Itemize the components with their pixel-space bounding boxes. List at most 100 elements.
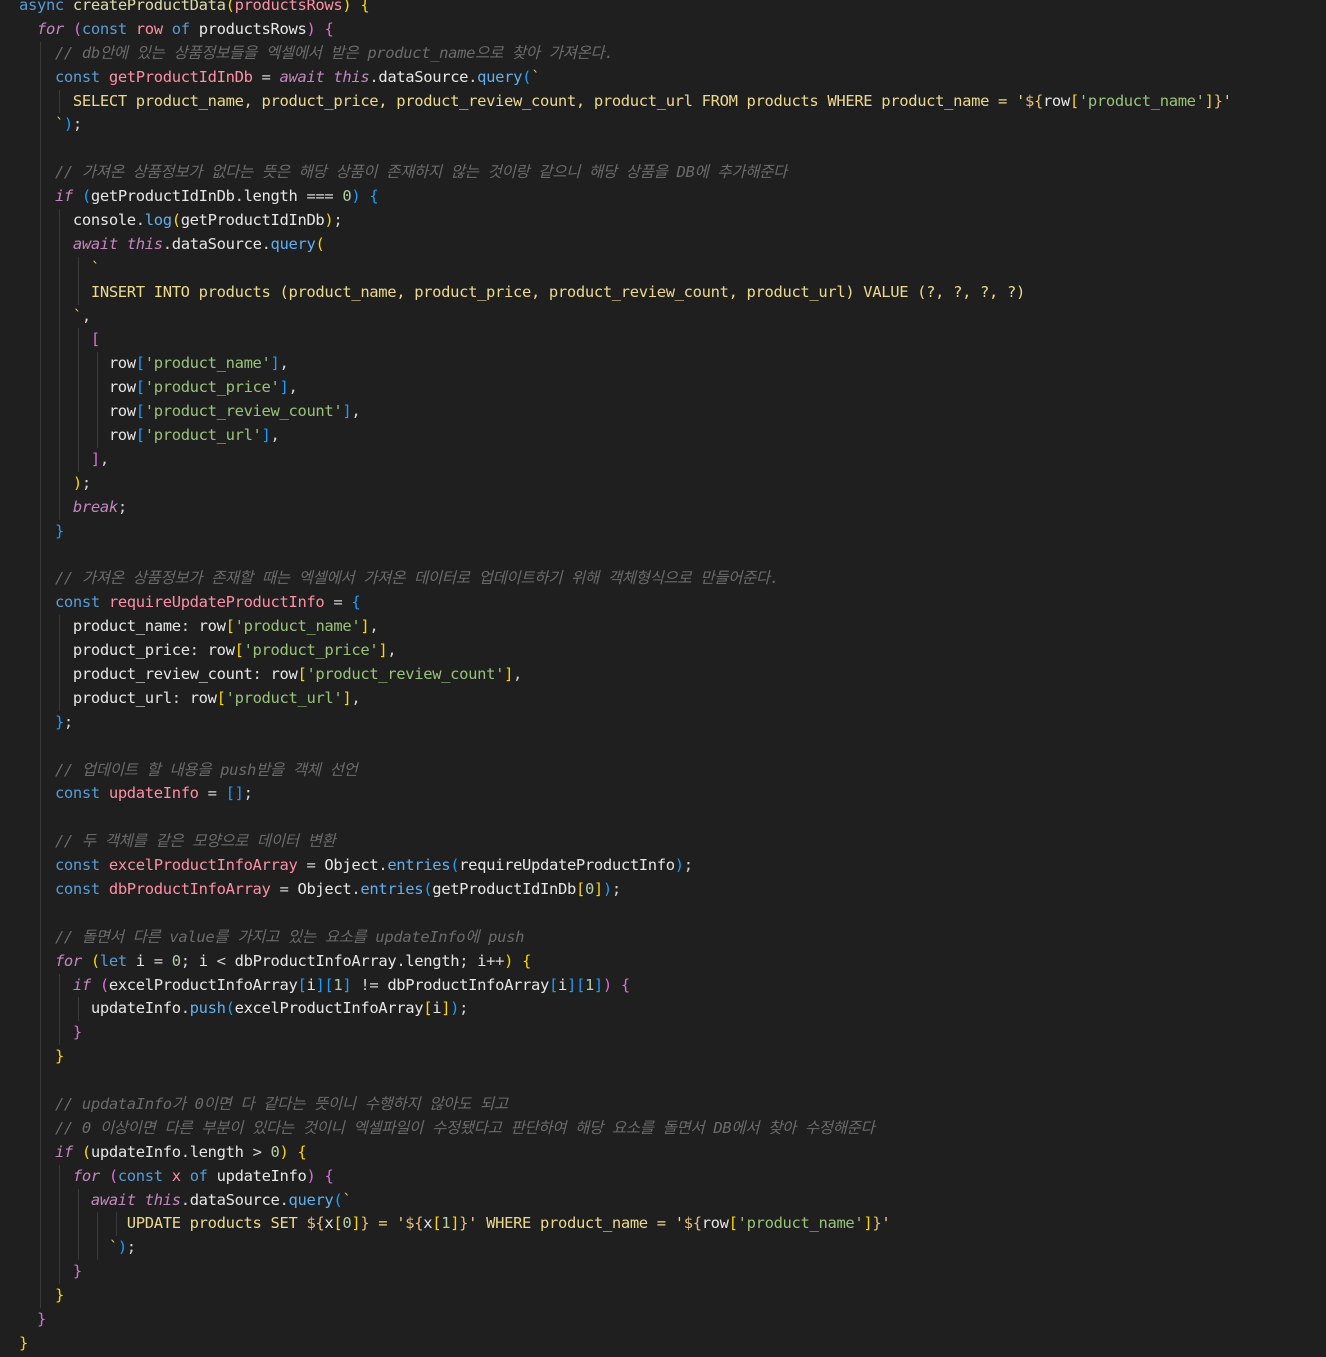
code-token: // 두 객체를 같은 모양으로 데이터 변환 [54,832,336,851]
code-line[interactable]: const getProductIdInDb = await this.data… [0,65,1326,90]
code-line[interactable]: for (const x of updateInfo) { [0,1164,1326,1189]
indent-guide [40,209,41,233]
code-token: ( [225,0,235,14]
code-line[interactable] [0,1069,1326,1093]
code-token: 1 [441,1214,451,1233]
code-line[interactable]: } [0,1260,1326,1285]
code-token: ( [522,67,532,86]
code-token: ) [504,951,514,970]
indent-guide [40,161,41,186]
code-line[interactable]: ` [0,256,1326,281]
code-token: ` [90,258,100,277]
code-line[interactable]: row['product_review_count'], [0,400,1326,425]
code-line[interactable]: } [0,519,1326,544]
indent-guide [59,973,60,998]
code-line[interactable]: ); [0,471,1326,496]
code-line[interactable]: if (updateInfo.length > 0) { [0,1140,1326,1165]
code-line[interactable]: } [0,1308,1326,1332]
code-token: const [117,1166,172,1185]
code-line[interactable] [0,901,1326,926]
code-line[interactable]: await this.dataSource.query(` [0,1188,1326,1213]
code-line[interactable]: `); [0,1236,1326,1261]
code-line[interactable]: // 돌면서 다른 value를 가지고 있는 요소를 updateInfo에 … [0,925,1326,950]
code-token: async [19,0,73,14]
indent-guide [59,615,60,640]
code-line[interactable]: product_name: row['product_name'], [0,615,1326,640]
code-line[interactable]: INSERT INTO products (product_name, prod… [0,280,1326,305]
code-line[interactable]: const excelProductInfoArray = Object.ent… [0,854,1326,878]
code-line[interactable]: if (excelProductInfoArray[i][1] != dbPro… [0,973,1326,998]
code-line[interactable]: } [0,1332,1326,1356]
code-line[interactable]: // 가져온 상품정보가 없다는 뜻은 해당 상품이 존재하지 않는 것이랑 같… [0,161,1326,186]
code-line[interactable]: UPDATE products SET ${x[0]} = '${x[1]}' … [0,1212,1326,1237]
code-line[interactable]: await this.dataSource.query( [0,232,1326,257]
code-token: row [108,378,136,397]
code-line[interactable]: SELECT product_name, product_price, prod… [0,89,1326,114]
code-token: 'product_review_count' [306,664,505,683]
code-token: { [351,593,361,612]
code-token: ; [459,999,469,1018]
indent-guide [40,1260,41,1285]
code-token: { [522,951,532,970]
code-line[interactable]: const updateInfo = []; [0,782,1326,807]
code-token: > [243,1142,271,1161]
code-line[interactable]: // db안에 있는 상품정보들을 엑셀에서 받은 product_name으로… [0,41,1326,66]
indent-guide [59,89,60,114]
code-line[interactable]: if (getProductIdInDb.length === 0) { [0,185,1326,210]
code-token: ] [270,354,280,373]
code-line[interactable] [0,543,1326,568]
code-token: , [99,449,109,468]
code-line[interactable]: [ [0,328,1326,353]
code-line[interactable]: ], [0,447,1326,472]
code-token: ( [99,975,109,994]
code-line[interactable]: // 가져온 상품정보가 존재할 때는 엑셀에서 가져온 데이터로 업데이트하기… [0,567,1326,592]
code-line[interactable]: } [0,1284,1326,1308]
indent-guide [40,400,41,425]
indent-guide [40,1140,41,1165]
code-line[interactable]: // 업데이트 할 내용을 push받을 객체 선언 [0,758,1326,783]
code-line[interactable]: updateInfo.push(excelProductInfoArray[i]… [0,997,1326,1022]
code-line[interactable]: const requireUpdateProductInfo = { [0,591,1326,616]
code-line[interactable]: // updataInfo가 0이면 다 같다는 뜻이니 수행하지 않아도 되고 [0,1092,1326,1117]
code-line[interactable]: row['product_name'], [0,352,1326,377]
code-line[interactable]: console.log(getProductIdInDb); [0,209,1326,233]
code-line[interactable]: `, [0,304,1326,329]
code-token: 'product_review_count' [144,402,343,421]
code-line[interactable]: const dbProductInfoArray = Object.entrie… [0,877,1326,902]
code-token: if [54,1142,82,1161]
code-line[interactable]: for (const row of productsRows) { [0,18,1326,42]
code-line[interactable] [0,806,1326,831]
code-token: ) [602,879,612,898]
code-line[interactable]: }; [0,710,1326,735]
code-token: } [54,1047,64,1066]
code-line[interactable]: product_review_count: row['product_revie… [0,662,1326,687]
code-token: ) [450,999,460,1018]
code-line[interactable]: row['product_price'], [0,376,1326,401]
code-token: . [468,67,478,86]
code-line[interactable]: product_price: row['product_price'], [0,639,1326,663]
code-token: { [324,1166,334,1185]
code-line[interactable]: break; [0,495,1326,520]
code-line[interactable] [0,137,1326,162]
code-line[interactable]: } [0,1045,1326,1070]
indent-guide [78,400,79,425]
code-token: [ [135,402,145,421]
code-line[interactable]: for (let i = 0; i < dbProductInfoArray.l… [0,949,1326,974]
code-line[interactable]: // 두 객체를 같은 모양으로 데이터 변환 [0,830,1326,855]
code-line[interactable] [0,734,1326,759]
indent-guide [40,854,41,878]
code-line[interactable]: `); [0,113,1326,138]
code-line[interactable]: } [0,1021,1326,1046]
code-editor[interactable]: async createProductData(productsRows) { … [0,0,1326,1357]
code-line[interactable]: // 0 이상이면 다른 부분이 있다는 것이니 엑셀파일이 수정됐다고 판단하… [0,1116,1326,1141]
code-line[interactable]: product_url: row['product_url'], [0,686,1326,711]
code-token: = [297,856,325,875]
code-line[interactable]: async createProductData(productsRows) { [0,0,1326,18]
code-line[interactable]: row['product_url'], [0,424,1326,448]
code-token: ( [225,999,235,1018]
